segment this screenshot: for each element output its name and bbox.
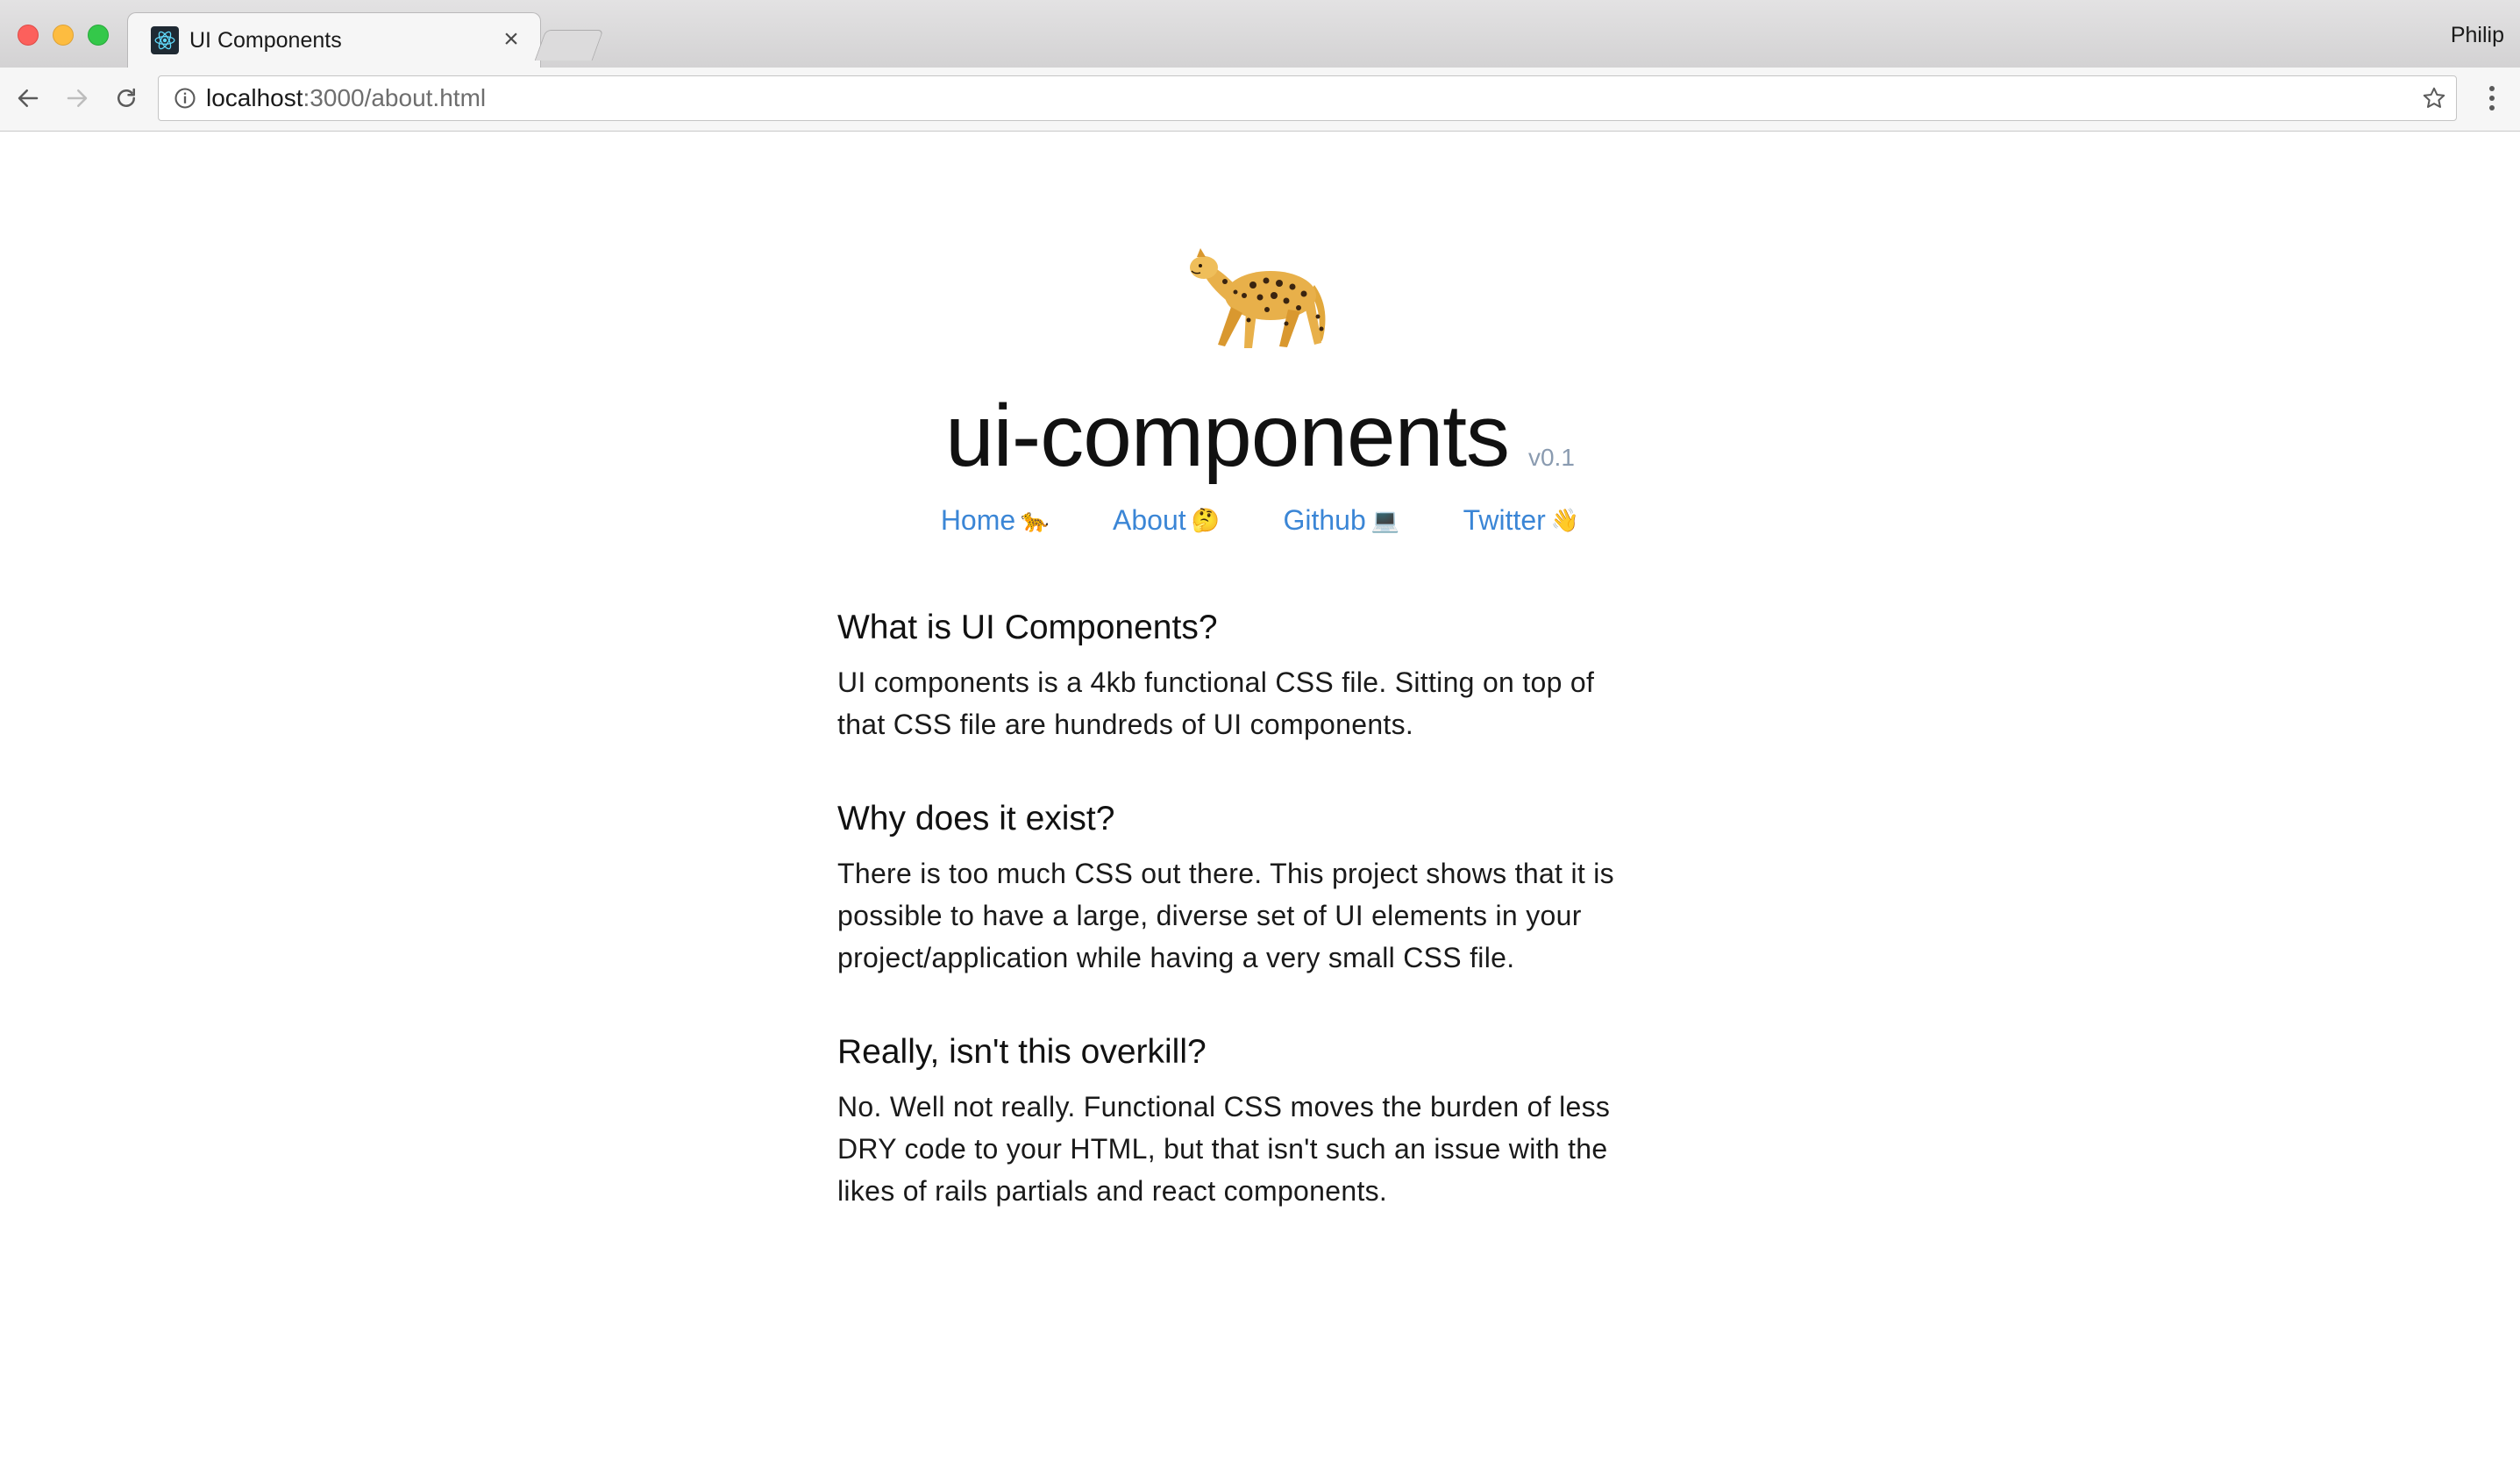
section-what: What is UI Components? UI components is … <box>837 605 1697 745</box>
address-bar[interactable]: localhost:3000/about.html <box>158 75 2457 121</box>
cheetah-emoji-icon: 🐆 <box>1021 507 1050 533</box>
section-body: No. Well not really. Functional CSS move… <box>837 1086 1697 1212</box>
browser-tab-bar: UI Components × Philip <box>0 0 2520 69</box>
body-line: that CSS file are hundreds of UI compone… <box>837 709 1414 740</box>
url-path: :3000/about.html <box>303 84 487 111</box>
window-minimize-button[interactable] <box>53 25 74 46</box>
page-content: ui-components v0.1 Home 🐆 About 🤔 Github 💻 T… <box>0 132 2520 1461</box>
section-body: UI components is a 4kb functional CSS fi… <box>837 661 1697 745</box>
section-heading: Really, isn't this overkill? <box>837 1033 1207 1071</box>
url-text[interactable]: localhost:3000/about.html <box>206 76 486 120</box>
nav-link-label: Home <box>940 504 1016 536</box>
waving-hand-emoji-icon: 👋 <box>1550 507 1580 533</box>
section-body: There is too much CSS out there. This pr… <box>837 852 1697 979</box>
nav-link-label: Github <box>1283 504 1366 536</box>
about-content: What is UI Components? UI components is … <box>837 605 1697 1263</box>
url-host: localhost <box>206 84 303 111</box>
page-title: ui-components <box>945 387 1510 485</box>
back-arrow-icon[interactable] <box>11 81 46 116</box>
cheetah-icon <box>1183 232 1332 355</box>
nav-link-github[interactable]: Github 💻 <box>1283 498 1399 542</box>
forward-arrow-icon[interactable] <box>60 81 95 116</box>
site-nav: Home 🐆 About 🤔 Github 💻 Twitter 👋 <box>0 498 2520 542</box>
window-maximize-button[interactable] <box>88 25 109 46</box>
body-line: possible to have a large, diverse set of… <box>837 900 1582 931</box>
window-close-button[interactable] <box>18 25 39 46</box>
section-heading: Why does it exist? <box>837 800 1115 837</box>
body-line: likes of rails partials and react compon… <box>837 1175 1388 1207</box>
tab-title: UI Components <box>189 28 342 53</box>
tab-close-icon[interactable]: × <box>498 25 524 54</box>
nav-link-home[interactable]: Home 🐆 <box>941 498 1050 542</box>
bookmark-star-icon[interactable] <box>2419 83 2449 113</box>
nav-link-label: About <box>1113 504 1186 536</box>
react-favicon-icon <box>151 26 179 54</box>
profile-name[interactable]: Philip <box>2451 21 2504 49</box>
body-line: No. Well not really. Functional CSS move… <box>837 1091 1611 1122</box>
nav-link-label: Twitter <box>1463 504 1546 536</box>
body-line: UI components is a 4kb functional CSS fi… <box>837 666 1595 698</box>
laptop-emoji-icon: 💻 <box>1370 507 1400 533</box>
section-overkill: Really, isn't this overkill? No. Well no… <box>837 1030 1697 1212</box>
hero-title-row: ui-components v0.1 <box>0 386 2520 487</box>
info-icon[interactable] <box>173 86 197 110</box>
browser-menu-icon[interactable] <box>2474 81 2509 116</box>
nav-link-twitter[interactable]: Twitter 👋 <box>1463 498 1580 542</box>
section-heading: What is UI Components? <box>837 609 1218 646</box>
body-line: project/application while having a very … <box>837 942 1515 973</box>
new-tab-button[interactable] <box>534 30 604 61</box>
body-line: DRY code to your HTML, but that isn't su… <box>837 1133 1608 1165</box>
section-why: Why does it exist? There is too much CSS… <box>837 796 1697 979</box>
body-line: There is too much CSS out there. This pr… <box>837 858 1614 889</box>
reload-icon[interactable] <box>109 81 144 116</box>
nav-link-about[interactable]: About 🤔 <box>1113 498 1220 542</box>
thinking-face-emoji-icon: 🤔 <box>1191 507 1220 533</box>
version-badge: v0.1 <box>1527 444 1575 471</box>
